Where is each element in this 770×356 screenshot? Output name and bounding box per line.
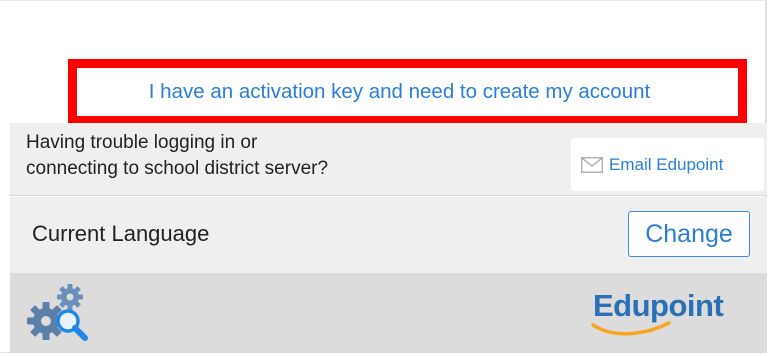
activation-highlight: I have an activation key and need to cre… [68, 59, 747, 125]
brand-name: Edupoint [593, 288, 724, 323]
login-help-panel: I have an activation key and need to cre… [0, 0, 770, 356]
edupoint-logo: Edupoint [583, 285, 753, 343]
trouble-section: Having trouble logging in or connecting … [10, 123, 767, 196]
change-language-button[interactable]: Change [628, 211, 750, 257]
current-language-label: Current Language [32, 221, 210, 246]
language-section: Current Language Change [10, 197, 767, 273]
activation-key-link[interactable]: I have an activation key and need to cre… [149, 80, 650, 104]
trouble-message: Having trouble logging in or connecting … [26, 130, 328, 182]
email-edupoint-button[interactable]: Email Edupoint [571, 138, 764, 191]
footer-bar: Edupoint [10, 273, 767, 353]
trouble-line-1: Having trouble logging in or [26, 132, 258, 153]
trouble-line-2: connecting to school district server? [26, 158, 329, 179]
brand-swoosh-icon [591, 321, 671, 336]
gears-search-icon[interactable] [22, 279, 92, 345]
email-edupoint-label: Email Edupoint [609, 154, 724, 174]
envelope-icon [581, 156, 603, 173]
